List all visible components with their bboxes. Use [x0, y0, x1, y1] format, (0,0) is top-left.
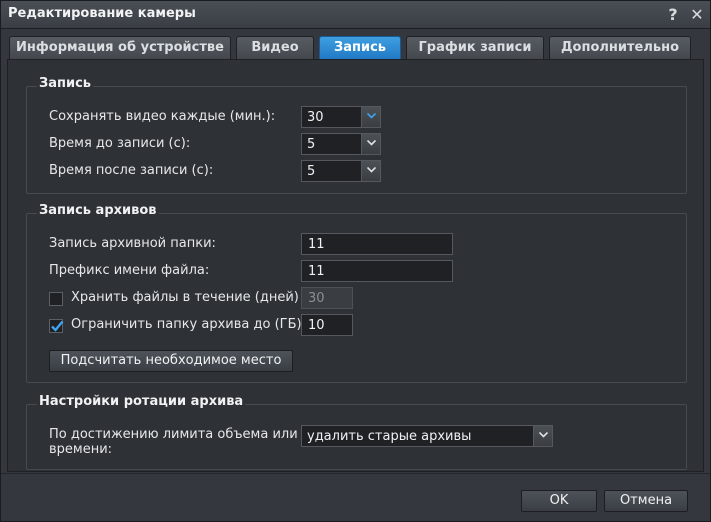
archive-folder-label: Запись архивной папки:	[49, 236, 216, 251]
recording-group-title: Запись	[37, 76, 94, 91]
tab-recording-schedule[interactable]: График записи	[406, 36, 544, 60]
on-limit-label-line1: По достижению лимита объема или	[49, 427, 298, 442]
keep-days-value: 30	[308, 291, 325, 306]
dialog-footer: OK Отмена	[1, 473, 710, 521]
on-limit-value: удалить старые архивы	[307, 429, 472, 444]
archive-group: Запись архивов Запись архивной папки: 11…	[26, 203, 687, 383]
limit-size-value: 10	[308, 318, 325, 333]
keep-days-label: Хранить файлы в течение (дней)	[71, 290, 299, 305]
chevron-down-icon[interactable]	[361, 134, 380, 154]
chevron-down-icon[interactable]	[533, 426, 552, 446]
limit-size-checkbox[interactable]	[49, 319, 64, 333]
archive-group-title: Запись архивов	[37, 203, 159, 218]
file-prefix-input[interactable]: 11	[301, 260, 453, 282]
file-prefix-value: 11	[308, 264, 325, 279]
chevron-down-icon[interactable]	[361, 161, 380, 181]
edit-camera-dialog: Редактирование камеры ? ✕ Информация об …	[0, 0, 711, 522]
recording-group: Запись Сохранять видео каждые (мин.): 30…	[26, 76, 687, 194]
keep-days-checkbox[interactable]	[49, 292, 63, 306]
rotation-group-title: Настройки ротации архива	[37, 394, 246, 409]
close-icon[interactable]: ✕	[687, 5, 707, 25]
post-record-value: 5	[307, 164, 316, 179]
post-record-select[interactable]: 5	[301, 160, 381, 182]
title-bar: Редактирование камеры ? ✕	[1, 1, 710, 29]
save-every-value: 30	[307, 110, 324, 125]
archive-folder-input[interactable]: 11	[301, 233, 453, 255]
on-limit-label-line2: времени:	[49, 442, 113, 457]
tab-device-info[interactable]: Информация об устройстве	[9, 36, 231, 60]
tab-content-recording: Запись Сохранять видео каждые (мин.): 30…	[7, 59, 704, 472]
file-prefix-label: Префикс имени файла:	[49, 263, 210, 278]
limit-size-label: Ограничить папку архива до (ГБ)	[71, 317, 302, 332]
pre-record-value: 5	[307, 137, 316, 152]
keep-days-input: 30	[301, 287, 353, 309]
checkmark-icon	[51, 320, 64, 332]
ok-button[interactable]: OK	[521, 490, 597, 512]
tab-video[interactable]: Видео	[236, 36, 314, 60]
cancel-button[interactable]: Отмена	[604, 490, 688, 512]
help-icon[interactable]: ?	[663, 5, 683, 25]
post-record-label: Время после записи (с):	[49, 163, 214, 178]
tab-advanced[interactable]: Дополнительно	[549, 36, 691, 60]
on-limit-select[interactable]: удалить старые архивы	[301, 425, 553, 447]
archive-folder-value: 11	[308, 237, 325, 252]
limit-size-input[interactable]: 10	[301, 314, 353, 336]
chevron-down-icon[interactable]	[361, 107, 380, 127]
save-every-label: Сохранять видео каждые (мин.):	[49, 109, 276, 124]
save-every-select[interactable]: 30	[301, 106, 381, 128]
pre-record-select[interactable]: 5	[301, 133, 381, 155]
tab-bar: Информация об устройстве Видео Запись Гр…	[1, 30, 710, 60]
rotation-group: Настройки ротации архива По достижению л…	[26, 394, 687, 470]
pre-record-label: Время до записи (с):	[49, 136, 191, 151]
calculate-space-button[interactable]: Подсчитать необходимое место	[49, 350, 293, 372]
tab-recording[interactable]: Запись	[319, 36, 401, 60]
dialog-title: Редактирование камеры	[8, 6, 196, 21]
